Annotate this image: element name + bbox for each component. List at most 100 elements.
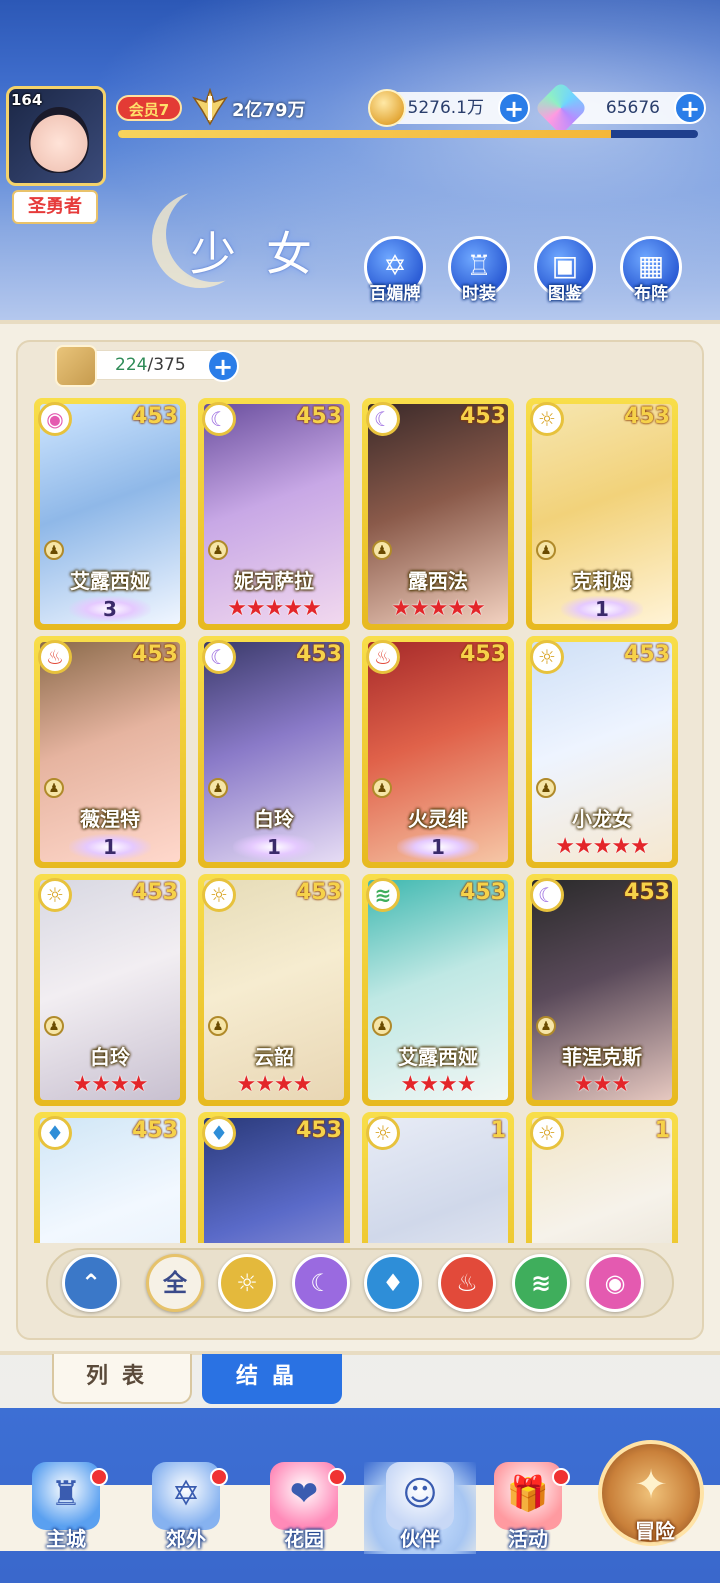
character-name: 艾露西娅: [398, 1045, 478, 1069]
character-card[interactable]: ☼ 453 ♟ 小龙女 ★★★★★: [526, 636, 678, 868]
wing-rank-badge: 1: [397, 834, 479, 860]
character-name: 白玲: [254, 807, 294, 831]
character-card[interactable]: ☼ 1: [526, 1112, 678, 1243]
character-card[interactable]: ☾ 453 ♟ 露西法 ★★★★★: [362, 398, 514, 630]
character-card[interactable]: ♦ 453: [34, 1112, 186, 1243]
tab-list[interactable]: 列表: [52, 1354, 192, 1404]
moon-element-icon[interactable]: ☾: [292, 1254, 350, 1312]
nav-label: 冒险: [635, 1519, 675, 1543]
character-power: 453: [624, 880, 670, 905]
character-rank: ★★★★★: [526, 834, 678, 860]
castle-icon: ♜: [32, 1462, 100, 1530]
player-level: 164: [11, 91, 43, 109]
character-card[interactable]: ♦ 453: [198, 1112, 350, 1243]
vip-badge[interactable]: 会员7: [116, 95, 182, 121]
character-name: 艾露西娅: [70, 569, 150, 593]
character-rank: 3: [34, 596, 186, 622]
character-card[interactable]: ☼ 1: [362, 1112, 514, 1243]
role-pawn-icon: ♟: [536, 778, 556, 798]
wing-rank-badge: 1: [233, 834, 315, 860]
character-name: 白玲: [90, 1045, 130, 1069]
character-card[interactable]: ≋ 453 ♟ 艾露西娅 ★★★★: [362, 874, 514, 1106]
star-rating: ★★★★★: [227, 596, 322, 621]
character-rank: ★★★★: [198, 1072, 350, 1098]
gold-resource: 5276.1万 +: [368, 89, 530, 127]
character-card[interactable]: ☼ 453 ♟ 克莉姆 1: [526, 398, 678, 630]
section-button-label: 图鉴: [548, 284, 582, 304]
section-button-0[interactable]: ✡ 百媚牌: [356, 236, 434, 314]
character-grid[interactable]: ◉ 453 ♟ 艾露西娅 3 ☾ 453 ♟ 妮克萨拉 ★★★★★ ☾ 453 ♟ 露西法 ★★★★★ ☼ 45…: [34, 398, 686, 1243]
fire-element-icon[interactable]: ♨: [438, 1254, 496, 1312]
character-card[interactable]: ☾ 453 ♟ 妮克萨拉 ★★★★★: [198, 398, 350, 630]
add-gems-button[interactable]: +: [674, 92, 706, 124]
character-power: 453: [624, 642, 670, 667]
character-card[interactable]: ☼ 453 ♟ 白玲 ★★★★: [34, 874, 186, 1106]
character-rank: 1: [362, 834, 514, 860]
character-name: 小龙女: [572, 807, 632, 831]
character-card[interactable]: ◉ 453 ♟ 艾露西娅 3: [34, 398, 186, 630]
section-button-label: 百媚牌: [369, 284, 421, 304]
character-card[interactable]: ♨ 453 ♟ 火灵绯 1: [362, 636, 514, 868]
tab-crystal[interactable]: 结晶: [202, 1354, 342, 1404]
nav-item-3[interactable]: ☺ 伙伴: [364, 1462, 476, 1554]
character-name: 露西法: [408, 569, 468, 593]
nav-item-0[interactable]: ♜ 主城: [18, 1462, 114, 1554]
role-pawn-icon: ♟: [536, 540, 556, 560]
nav-adventure[interactable]: ✦ 冒险: [598, 1440, 704, 1546]
water-element-icon: ♦: [202, 1116, 236, 1150]
sun-element-icon: ☼: [530, 402, 564, 436]
moon-element-icon: ☾: [530, 878, 564, 912]
character-rank: 1: [198, 834, 350, 860]
water-element-icon[interactable]: ♦: [364, 1254, 422, 1312]
star-rating: ★★★★★: [555, 834, 650, 859]
page-title: 少女: [190, 227, 342, 281]
combat-power-value: 2亿79万: [232, 100, 306, 121]
partner-portrait-icon: ☺: [386, 1462, 454, 1530]
pink-element-icon[interactable]: ◉: [586, 1254, 644, 1312]
character-name: 菲涅克斯: [562, 1045, 642, 1069]
sun-element-icon: ☼: [366, 1116, 400, 1150]
section-button-2[interactable]: ▣ 图鉴: [526, 236, 604, 314]
character-name: 火灵绯: [408, 807, 468, 831]
expand-roster-button[interactable]: +: [207, 350, 239, 382]
character-name: 克莉姆: [572, 569, 632, 593]
moon-element-icon: ☾: [366, 402, 400, 436]
nav-item-4[interactable]: 🎁 活动: [480, 1462, 576, 1554]
role-pawn-icon: ♟: [44, 778, 64, 798]
player-title-badge[interactable]: 圣勇者: [12, 190, 98, 224]
character-rank: ★★★★: [34, 1072, 186, 1098]
wing-rank-badge: 1: [69, 834, 151, 860]
section-button-1[interactable]: ♖ 时装: [440, 236, 518, 314]
star-rating: ★★★★: [72, 1072, 149, 1097]
role-pawn-icon: ♟: [208, 540, 228, 560]
add-gold-button[interactable]: +: [498, 92, 530, 124]
role-pawn-icon: ♟: [372, 1016, 392, 1036]
role-pawn-icon: ♟: [208, 778, 228, 798]
character-card[interactable]: ♨ 453 ♟ 薇涅特 1: [34, 636, 186, 868]
nav-item-2[interactable]: ❤ 花园: [256, 1462, 352, 1554]
character-card[interactable]: ☼ 453 ♟ 云韶 ★★★★: [198, 874, 350, 1106]
moon-element-icon: ☾: [202, 402, 236, 436]
player-avatar[interactable]: 164: [6, 86, 106, 186]
character-power: 453: [296, 880, 342, 905]
gold-amount: 5276.1万: [407, 98, 484, 118]
character-card[interactable]: ☾ 453 ♟ 菲涅克斯 ★★★: [526, 874, 678, 1106]
all-filter-icon[interactable]: 全: [146, 1254, 204, 1312]
roster-capacity: 224/375 +: [55, 345, 239, 387]
character-card[interactable]: ☾ 453 ♟ 白玲 1: [198, 636, 350, 868]
character-power: 1: [490, 1118, 506, 1143]
water-element-icon: ♦: [38, 1116, 72, 1150]
character-name: 妮克萨拉: [234, 569, 314, 593]
section-button-3[interactable]: ▦ 布阵: [612, 236, 690, 314]
notification-dot: [552, 1468, 570, 1486]
sun-element-icon: ☼: [38, 878, 72, 912]
wind-element-icon[interactable]: ≋: [512, 1254, 570, 1312]
character-name: 云韶: [254, 1045, 294, 1069]
angel-emblem-icon[interactable]: ⌃: [62, 1254, 120, 1312]
gift-box-icon: 🎁: [494, 1462, 562, 1530]
notification-dot: [210, 1468, 228, 1486]
sun-element-icon[interactable]: ☼: [218, 1254, 276, 1312]
notification-dot: [328, 1468, 346, 1486]
role-pawn-icon: ♟: [536, 1016, 556, 1036]
nav-item-1[interactable]: ✡ 郊外: [138, 1462, 234, 1554]
